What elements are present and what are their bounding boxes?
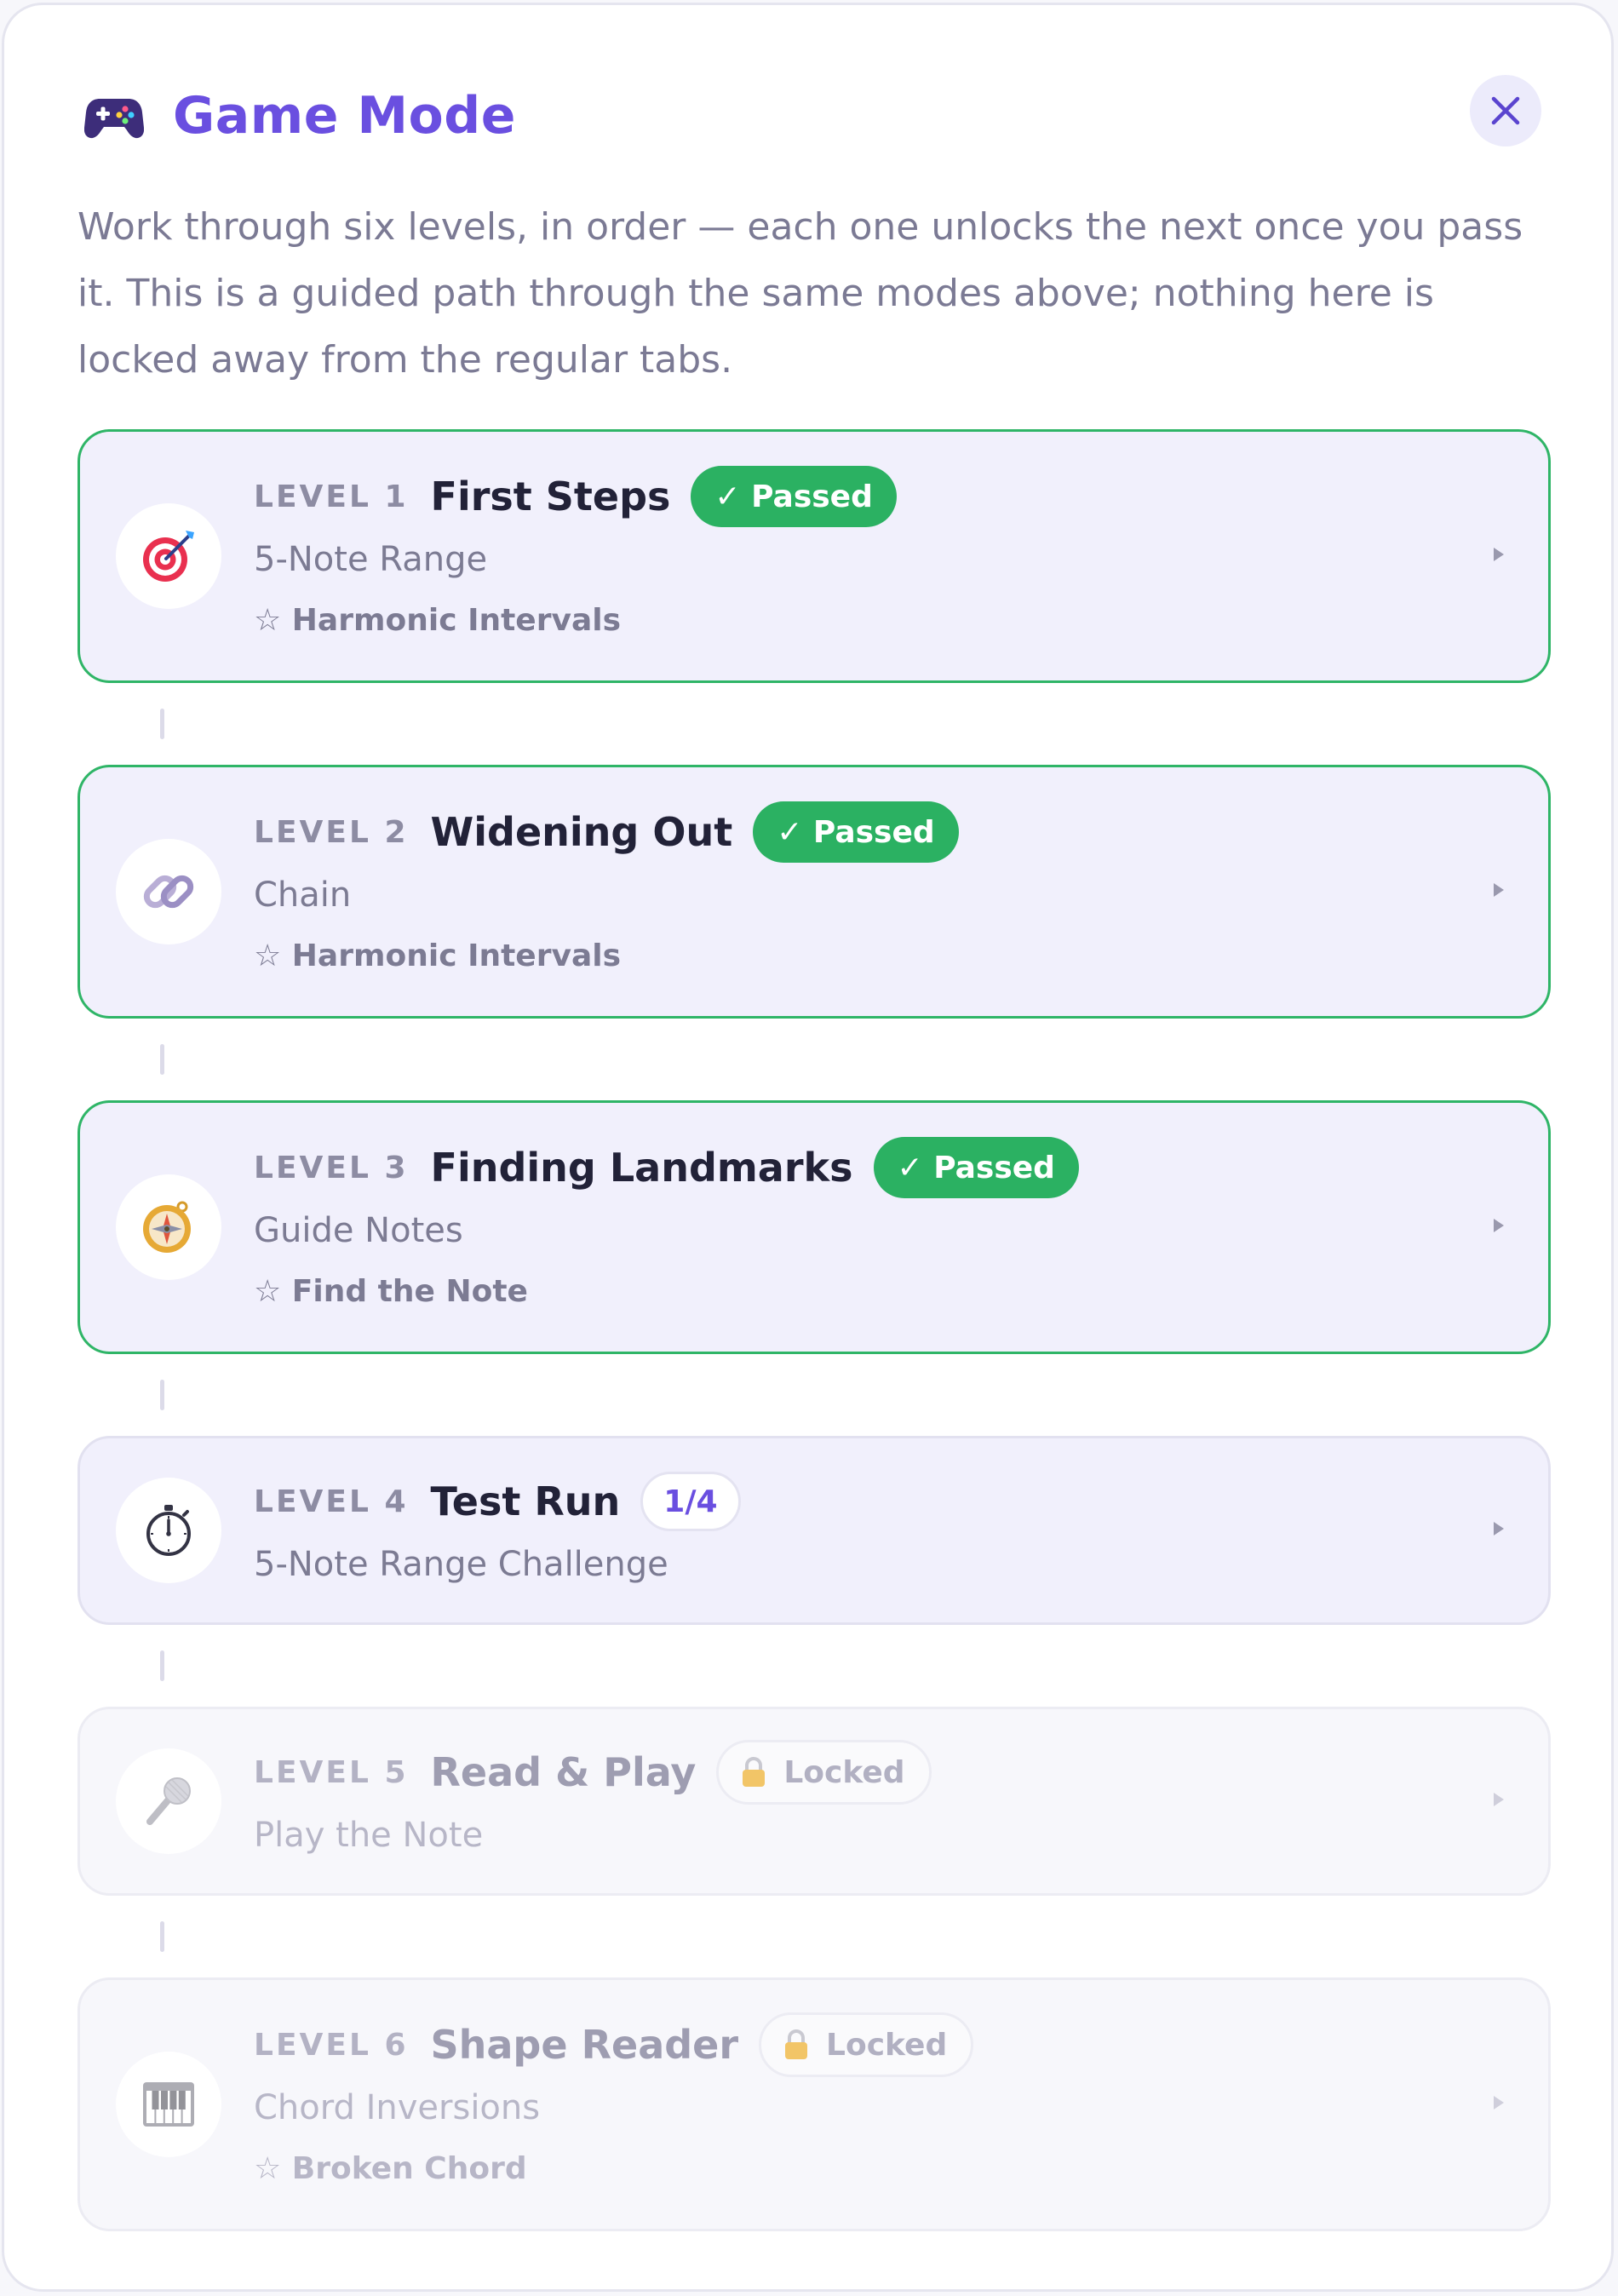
close-button[interactable] xyxy=(1470,75,1541,146)
chevron-right-icon xyxy=(1494,1793,1504,1806)
level-tag: ☆ Harmonic Intervals xyxy=(254,603,621,638)
chevron-right-icon xyxy=(1494,548,1504,561)
chevron-right-icon xyxy=(1494,883,1504,897)
level-card-5: LEVEL 5 Read & Play Locked Play the Note xyxy=(77,1707,1551,1896)
level-connector xyxy=(77,683,1551,765)
level-card-6: LEVEL 6 Shape Reader Locked Chord Invers… xyxy=(77,1977,1551,2231)
level-card-4[interactable]: LEVEL 4 Test Run 1/4 5-Note Range Challe… xyxy=(77,1436,1551,1625)
stopwatch-icon xyxy=(116,1478,221,1583)
locked-badge: Locked xyxy=(716,1740,932,1805)
level-number: LEVEL 5 xyxy=(254,1754,409,1790)
level-number: LEVEL 2 xyxy=(254,814,409,850)
level-number: LEVEL 6 xyxy=(254,2027,409,2063)
target-icon xyxy=(116,503,221,609)
level-connector xyxy=(77,1625,1551,1707)
chain-link-icon xyxy=(116,839,221,944)
intro-text: Work through six levels, in order — each… xyxy=(77,205,1523,382)
level-connector xyxy=(77,1354,1551,1436)
locked-badge: Locked xyxy=(759,2012,974,2077)
passed-badge: ✓ Passed xyxy=(753,801,959,863)
passed-badge: ✓ Passed xyxy=(873,1137,1079,1198)
level-number: LEVEL 3 xyxy=(254,1150,409,1185)
level-title: Shape Reader xyxy=(430,2022,739,2068)
level-connector xyxy=(77,1896,1551,1977)
level-subtitle: Chain xyxy=(254,875,352,915)
level-title: Test Run xyxy=(430,1478,621,1524)
locked-label: Locked xyxy=(783,1754,905,1790)
level-tag: ☆ Harmonic Intervals xyxy=(254,938,621,973)
chevron-right-icon xyxy=(1494,1219,1504,1232)
microphone-icon xyxy=(116,1748,221,1854)
level-tag: ☆ Broken Chord xyxy=(254,2151,527,2186)
level-number: LEVEL 4 xyxy=(254,1484,409,1519)
locked-label: Locked xyxy=(826,2027,948,2063)
level-number: LEVEL 1 xyxy=(254,479,409,514)
game-mode-modal: Game Mode Work through six levels, in or… xyxy=(2,3,1614,2292)
level-list: LEVEL 1 First Steps ✓ Passed 5-Note Rang… xyxy=(77,429,1551,2231)
modal-header: Game Mode xyxy=(79,65,1541,167)
lock-icon xyxy=(785,2029,808,2059)
level-title: Read & Play xyxy=(430,1749,697,1795)
level-card-2[interactable]: LEVEL 2 Widening Out ✓ Passed Chain ☆ Ha… xyxy=(77,765,1551,1019)
level-title: Widening Out xyxy=(430,809,733,855)
level-title: First Steps xyxy=(430,474,671,519)
lock-icon xyxy=(743,1757,766,1787)
level-tag: ☆ Find the Note xyxy=(254,1274,528,1309)
close-icon xyxy=(1491,96,1520,125)
game-controller-icon xyxy=(83,92,145,140)
level-subtitle: Guide Notes xyxy=(254,1211,463,1250)
level-card-1[interactable]: LEVEL 1 First Steps ✓ Passed 5-Note Rang… xyxy=(77,429,1551,683)
level-card-3[interactable]: LEVEL 3 Finding Landmarks ✓ Passed Guide… xyxy=(77,1100,1551,1354)
progress-badge: 1/4 xyxy=(640,1472,741,1531)
chevron-right-icon xyxy=(1494,2096,1504,2109)
level-subtitle: Play the Note xyxy=(254,1816,484,1855)
level-title: Finding Landmarks xyxy=(430,1145,853,1191)
compass-icon xyxy=(116,1174,221,1280)
level-subtitle: 5-Note Range xyxy=(254,540,488,579)
piano-keys-icon xyxy=(116,2052,221,2157)
level-connector xyxy=(77,1019,1551,1100)
passed-badge: ✓ Passed xyxy=(691,466,897,527)
level-subtitle: 5-Note Range Challenge xyxy=(254,1545,668,1584)
chevron-right-icon xyxy=(1494,1522,1504,1535)
modal-title: Game Mode xyxy=(173,86,516,146)
level-subtitle: Chord Inversions xyxy=(254,2088,541,2127)
